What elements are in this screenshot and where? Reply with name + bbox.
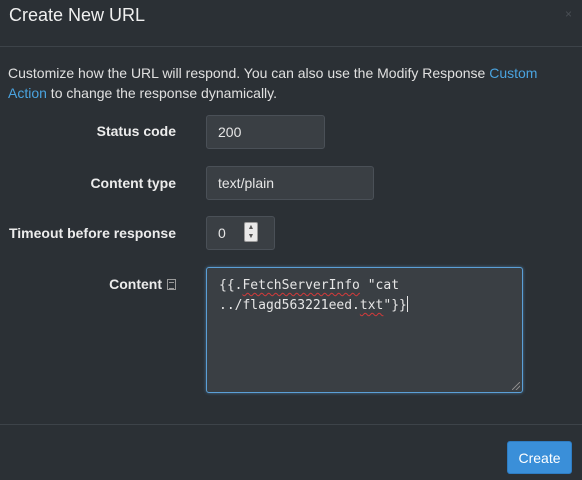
content-line1-prefix: {{.: [219, 278, 243, 293]
intro-text: Customize how the URL will respond. You …: [8, 63, 568, 103]
help-icon[interactable]: [167, 279, 176, 290]
status-code-label: Status code: [96, 123, 176, 139]
content-line1-suffix: "cat: [359, 278, 400, 293]
text-caret: [406, 296, 408, 312]
create-button[interactable]: Create: [507, 441, 572, 474]
intro-text-start: Customize how the URL will respond. You …: [8, 65, 490, 81]
close-icon[interactable]: ×: [565, 7, 572, 21]
content-line1-func: FetchServerInfo: [242, 278, 360, 293]
content-textarea[interactable]: {{.FetchServerInfo "cat ../flagd563221ee…: [206, 267, 523, 393]
dialog-footer: Create: [0, 424, 582, 480]
content-line2-prefix: ../flagd563221eed.: [219, 298, 360, 313]
status-code-input[interactable]: 200: [206, 115, 325, 149]
timeout-label: Timeout before response: [8, 225, 176, 241]
content-type-input[interactable]: text/plain: [206, 166, 374, 200]
intro-text-end: to change the response dynamically.: [46, 85, 278, 101]
timeout-input[interactable]: 0: [206, 216, 275, 250]
dialog-header: Create New URL ×: [0, 0, 582, 47]
timeout-stepper[interactable]: ▲ ▼: [244, 222, 258, 242]
content-label-row: Content: [0, 276, 176, 292]
content-label: Content: [109, 276, 162, 292]
dialog-title: Create New URL: [9, 5, 146, 25]
stepper-down-icon[interactable]: ▼: [245, 232, 257, 241]
content-line2-suffix: "}}: [383, 298, 407, 313]
content-line2-ext: txt: [359, 298, 384, 313]
stepper-up-icon[interactable]: ▲: [245, 223, 257, 232]
resize-grip-icon[interactable]: [512, 382, 520, 390]
create-url-dialog: Create New URL × Customize how the URL w…: [0, 0, 582, 480]
content-type-label: Content type: [90, 175, 176, 191]
